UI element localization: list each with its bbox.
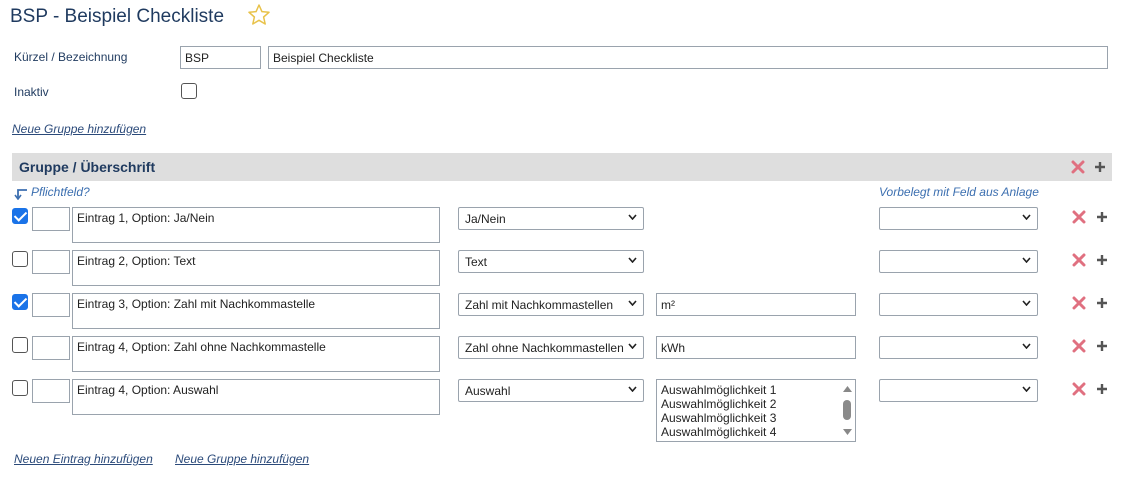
chevron-down-icon [1022, 342, 1031, 349]
entry-1-type-select[interactable]: Ja/Nein [458, 207, 644, 230]
entry-3-unit-value: m² [661, 297, 675, 312]
entry-5-options-listbox[interactable]: Auswahlmöglichkeit 1 Auswahlmöglichkeit … [656, 379, 856, 442]
group-header-bar [12, 153, 1112, 181]
required-hint: Pflichtfeld? [31, 185, 90, 199]
entry-3-unit-input[interactable]: m² [656, 293, 856, 316]
entry-1-text-area[interactable]: Eintrag 1, Option: Ja/Nein [72, 207, 440, 243]
chevron-down-icon [1022, 299, 1031, 306]
entry-5-order-input[interactable] [32, 379, 70, 403]
scrollbar-thumb[interactable] [843, 400, 851, 420]
entry-3-delete-x-icon[interactable] [1072, 296, 1086, 310]
scroll-up-arrow-icon[interactable] [843, 386, 852, 392]
chevron-down-icon [628, 213, 637, 220]
kuerzel-value: BSP [185, 50, 210, 65]
entry-2-prefill-select[interactable] [879, 250, 1038, 273]
entry-4-unit-input[interactable]: kWh [656, 336, 856, 359]
entry-3-add-plus-icon[interactable] [1096, 297, 1108, 309]
entry-4-required-checkbox[interactable] [12, 337, 28, 353]
entry-1-type-value: Ja/Nein [465, 211, 506, 226]
chevron-down-icon [1022, 385, 1031, 392]
add-group-link-bottom[interactable]: Neue Gruppe hinzufügen [175, 452, 309, 466]
entry-4-type-select[interactable]: Zahl ohne Nachkommastellen [458, 336, 644, 359]
entry-3-type-select[interactable]: Zahl mit Nachkommastellen [458, 293, 644, 316]
entry-1-delete-x-icon[interactable] [1072, 210, 1086, 224]
inaktiv-label: Inaktiv [14, 85, 49, 99]
entry-2-order-input[interactable] [32, 250, 70, 274]
entry-1-add-plus-icon[interactable] [1096, 211, 1108, 223]
star-icon[interactable] [247, 3, 271, 27]
chevron-down-icon [1022, 256, 1031, 263]
entry-2-required-checkbox[interactable] [12, 251, 28, 267]
add-group-link-top[interactable]: Neue Gruppe hinzufügen [12, 122, 146, 136]
kuerzel-input[interactable]: BSP [180, 46, 261, 69]
entry-4-order-input[interactable] [32, 336, 70, 360]
entry-3-text: Eintrag 3, Option: Zahl mit Nachkommaste… [77, 297, 316, 311]
entry-4-text: Eintrag 4, Option: Zahl ohne Nachkommast… [77, 340, 326, 354]
scroll-down-arrow-icon[interactable] [843, 429, 852, 435]
entry-3-order-input[interactable] [32, 293, 70, 317]
option-item[interactable]: Auswahlmöglichkeit 2 [657, 397, 855, 411]
entry-2-delete-x-icon[interactable] [1072, 253, 1086, 267]
entry-2-add-plus-icon[interactable] [1096, 254, 1108, 266]
entry-5-add-plus-icon[interactable] [1096, 383, 1108, 395]
entry-5-prefill-select[interactable] [879, 379, 1038, 402]
entry-3-type-value: Zahl mit Nachkommastellen [465, 297, 614, 312]
chevron-down-icon [628, 256, 637, 263]
page-title: BSP - Beispiel Checkliste [10, 6, 225, 27]
entry-4-type-value: Zahl ohne Nachkommastellen [465, 340, 624, 355]
bezeichnung-value: Beispiel Checkliste [273, 50, 374, 65]
entry-5-text: Eintrag 4, Option: Auswahl [77, 383, 219, 397]
entry-2-text: Eintrag 2, Option: Text [77, 254, 196, 268]
entry-3-required-checkbox[interactable] [12, 294, 28, 310]
entry-3-text-area[interactable]: Eintrag 3, Option: Zahl mit Nachkommaste… [72, 293, 440, 329]
entry-4-text-area[interactable]: Eintrag 4, Option: Zahl ohne Nachkommast… [72, 336, 440, 372]
entry-4-prefill-select[interactable] [879, 336, 1038, 359]
entry-1-prefill-select[interactable] [879, 207, 1038, 230]
kuerzel-label: Kürzel / Bezeichnung [14, 50, 128, 64]
entry-5-required-checkbox[interactable] [12, 380, 28, 396]
entry-5-text-area[interactable]: Eintrag 4, Option: Auswahl [72, 379, 440, 415]
entry-3-prefill-select[interactable] [879, 293, 1038, 316]
chevron-down-icon [628, 299, 637, 306]
chevron-down-icon [1022, 213, 1031, 220]
add-entry-link[interactable]: Neuen Eintrag hinzufügen [14, 452, 153, 466]
inaktiv-checkbox[interactable] [181, 83, 197, 99]
entry-5-delete-x-icon[interactable] [1072, 382, 1086, 396]
entry-2-text-area[interactable]: Eintrag 2, Option: Text [72, 250, 440, 286]
entry-2-type-select[interactable]: Text [458, 250, 644, 273]
entry-1-order-input[interactable] [32, 207, 70, 231]
entry-1-text: Eintrag 1, Option: Ja/Nein [77, 211, 215, 225]
group-title: Gruppe / Überschrift [19, 159, 156, 175]
chevron-down-icon [628, 342, 637, 349]
entry-5-type-value: Auswahl [465, 383, 511, 398]
prefill-hint: Vorbelegt mit Feld aus Anlage [879, 185, 1039, 199]
option-item[interactable]: Auswahlmöglichkeit 3 [657, 411, 855, 425]
option-item[interactable]: Auswahlmöglichkeit 4 [657, 425, 855, 439]
arrow-corner-icon [14, 189, 27, 200]
group-delete-x-icon[interactable] [1071, 160, 1085, 174]
entry-2-type-value: Text [465, 254, 488, 269]
entry-4-unit-value: kWh [661, 340, 685, 355]
chevron-down-icon [628, 385, 637, 392]
entry-1-required-checkbox[interactable] [12, 208, 28, 224]
entry-4-add-plus-icon[interactable] [1096, 340, 1108, 352]
option-item[interactable]: Auswahlmöglichkeit 1 [657, 383, 855, 397]
entry-5-type-select[interactable]: Auswahl [458, 379, 644, 402]
group-add-plus-icon[interactable] [1094, 161, 1106, 173]
entry-4-delete-x-icon[interactable] [1072, 339, 1086, 353]
bezeichnung-input[interactable]: Beispiel Checkliste [268, 46, 1108, 69]
